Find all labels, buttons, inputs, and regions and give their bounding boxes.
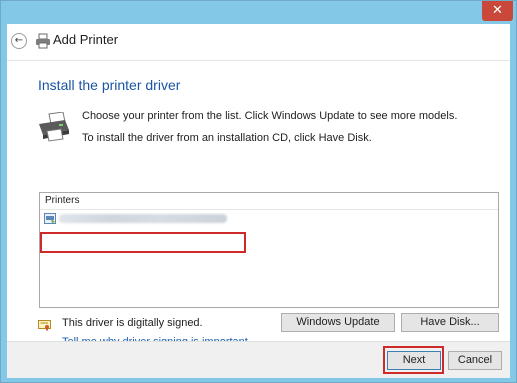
close-button[interactable]: ✕ [482,1,513,21]
wizard-header: ← Add Printer [7,24,510,60]
title-bar: ✕ [1,1,516,23]
printer-icon [36,33,50,49]
driver-signed-status: This driver is digitally signed. [62,317,203,329]
next-button-highlight [383,346,444,374]
cancel-button[interactable]: Cancel [448,351,502,370]
printers-column-label: Printers [45,195,80,206]
wizard-title: Add Printer [53,32,119,47]
have-disk-button[interactable]: Have Disk... [401,313,499,332]
printer-name-redacted [59,214,227,223]
back-arrow-icon[interactable]: ← [11,33,27,49]
printers-column-header[interactable]: Printers [40,193,498,210]
windows-update-button[interactable]: Windows Update [281,313,395,332]
printer-selection-highlight [40,232,246,253]
wizard-client-area: ← Add Printer Install the printer driver… [7,24,510,378]
description-have-disk: To install the driver from an installati… [82,132,372,144]
printer-item-icon [44,213,56,224]
wizard-content: Install the printer driver Choose your p… [7,60,510,348]
page-title: Install the printer driver [38,77,181,93]
printer-list-item[interactable] [42,212,238,226]
add-printer-window: ✕ ← Add Printer Install the printer driv… [0,0,517,383]
certificate-icon [38,320,51,331]
wizard-footer: Next Cancel [7,341,510,378]
description-choose-printer: Choose your printer from the list. Click… [82,110,458,122]
printer-install-icon [39,112,69,142]
